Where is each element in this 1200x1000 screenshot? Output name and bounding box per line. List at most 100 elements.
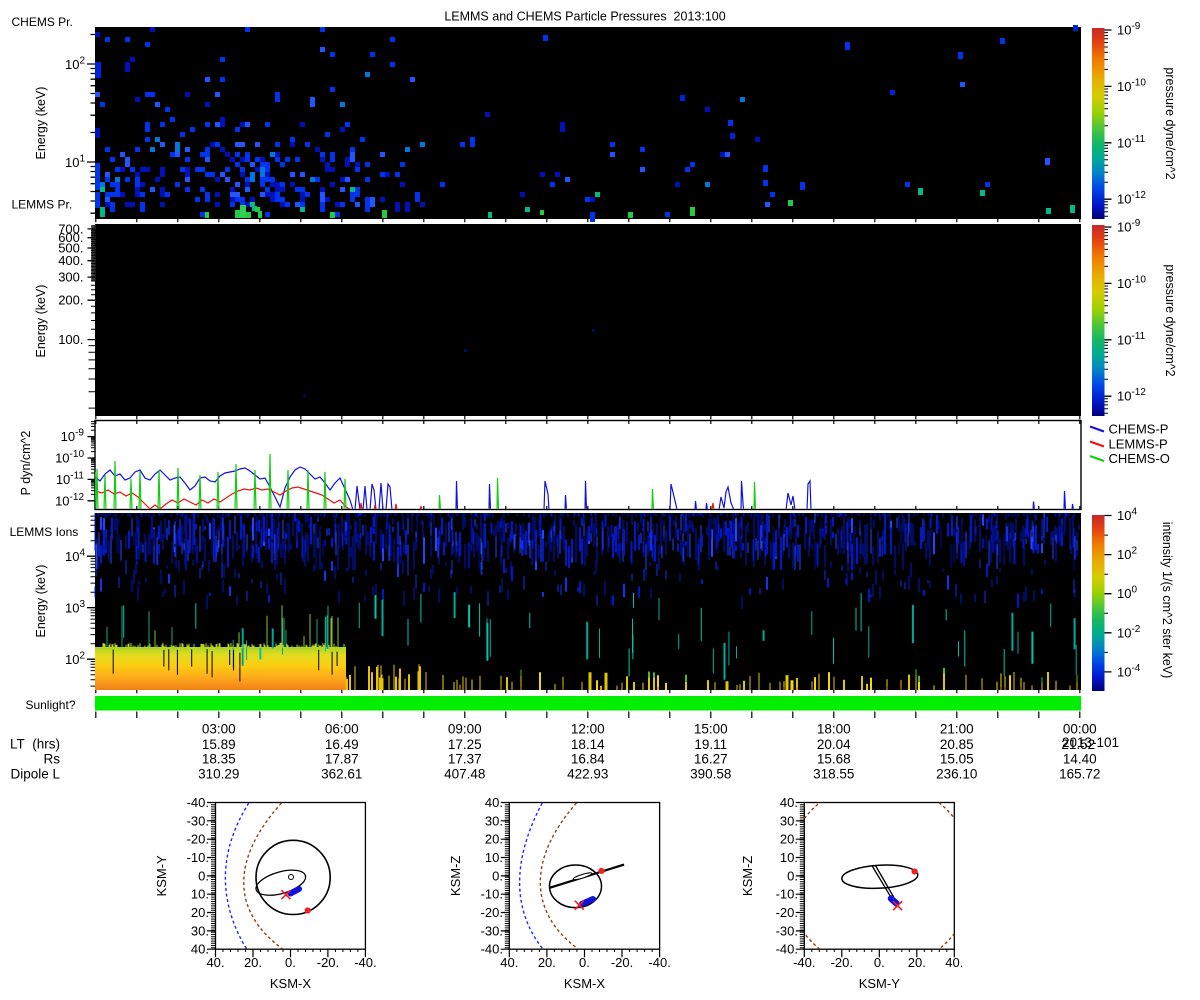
- svg-text:14.40: 14.40: [1063, 752, 1097, 767]
- svg-text:09:00: 09:00: [448, 722, 482, 737]
- svg-text:390.58: 390.58: [690, 767, 731, 782]
- svg-text:236.10: 236.10: [936, 767, 977, 782]
- svg-text:Rs: Rs: [44, 752, 61, 767]
- svg-text:20.04: 20.04: [817, 737, 851, 752]
- svg-text:-20.: -20.: [187, 832, 209, 847]
- svg-text:LT (hrs): LT (hrs): [10, 737, 60, 752]
- svg-text:-40.: -40.: [354, 955, 376, 970]
- svg-text:KSM-Y: KSM-Y: [154, 855, 169, 897]
- svg-text:03:00: 03:00: [202, 722, 236, 737]
- svg-text:KSM-Y: KSM-Y: [859, 976, 901, 991]
- svg-text:06:00: 06:00: [325, 722, 359, 737]
- svg-text:18.14: 18.14: [571, 737, 605, 752]
- svg-text:20.: 20.: [244, 955, 262, 970]
- svg-text:P dyn/cm^2: P dyn/cm^2: [19, 431, 33, 496]
- svg-text:KSM-Z: KSM-Z: [740, 856, 755, 897]
- svg-text:15.68: 15.68: [817, 752, 851, 767]
- svg-text:12:00: 12:00: [571, 722, 605, 737]
- svg-text:30.: 30.: [485, 813, 503, 828]
- svg-text:407.48: 407.48: [444, 767, 485, 782]
- svg-text:0.: 0.: [492, 868, 503, 883]
- svg-text:10.: 10.: [780, 850, 798, 865]
- svg-text:40.: 40.: [191, 942, 209, 957]
- svg-text:-20.: -20.: [481, 905, 503, 920]
- svg-text:0.: 0.: [874, 955, 885, 970]
- svg-text:-30.: -30.: [776, 923, 798, 938]
- svg-text:Energy (keV): Energy (keV): [34, 285, 48, 358]
- svg-text:-40.: -40.: [187, 795, 209, 810]
- svg-text:21:00: 21:00: [940, 722, 974, 737]
- svg-text:10.: 10.: [191, 887, 209, 902]
- svg-text:-40.: -40.: [776, 942, 798, 957]
- svg-text:KSM-X: KSM-X: [564, 976, 606, 991]
- svg-text:40.: 40.: [780, 795, 798, 810]
- svg-text:LEMMS-P: LEMMS-P: [1109, 437, 1168, 452]
- svg-text:-20.: -20.: [776, 905, 798, 920]
- svg-text:165.72: 165.72: [1059, 767, 1100, 782]
- svg-text:16.84: 16.84: [571, 752, 605, 767]
- svg-text:362.61: 362.61: [321, 767, 362, 782]
- svg-text:-20.: -20.: [611, 955, 633, 970]
- svg-text:30.: 30.: [191, 923, 209, 938]
- svg-text:318.55: 318.55: [813, 767, 854, 782]
- svg-text:KSM-Z: KSM-Z: [448, 856, 463, 897]
- svg-text:-30.: -30.: [187, 813, 209, 828]
- svg-text:Energy (keV): Energy (keV): [34, 87, 48, 160]
- svg-text:-10.: -10.: [187, 850, 209, 865]
- svg-text:300.: 300.: [58, 270, 83, 285]
- svg-text:-10.: -10.: [776, 887, 798, 902]
- svg-text:KSM-X: KSM-X: [270, 976, 312, 991]
- svg-text:20.: 20.: [908, 955, 926, 970]
- svg-text:200.: 200.: [58, 293, 83, 308]
- svg-text:16.27: 16.27: [694, 752, 728, 767]
- svg-text:-40.: -40.: [481, 942, 503, 957]
- svg-text:0.: 0.: [285, 955, 296, 970]
- svg-text:-40.: -40.: [648, 955, 670, 970]
- svg-text:16.49: 16.49: [325, 737, 359, 752]
- svg-text:40.: 40.: [945, 955, 963, 970]
- svg-text:Dipole L: Dipole L: [10, 767, 60, 782]
- svg-text:19.11: 19.11: [694, 737, 727, 752]
- svg-text:30.: 30.: [780, 813, 798, 828]
- svg-text:15:00: 15:00: [694, 722, 728, 737]
- svg-text:700.: 700.: [58, 221, 83, 236]
- svg-text:18.35: 18.35: [202, 752, 236, 767]
- svg-text:20.: 20.: [485, 832, 503, 847]
- svg-text:0.: 0.: [787, 868, 798, 883]
- svg-text:20.: 20.: [191, 905, 209, 920]
- svg-text:40.: 40.: [485, 795, 503, 810]
- svg-text:0.: 0.: [198, 868, 209, 883]
- svg-text:-30.: -30.: [481, 923, 503, 938]
- svg-text:intensity 1/(s cm^2 ster keV): intensity 1/(s cm^2 ster keV): [1160, 522, 1174, 679]
- svg-text:-40.: -40.: [793, 955, 815, 970]
- svg-text:-20.: -20.: [317, 955, 339, 970]
- svg-text:Sunlight?: Sunlight?: [25, 698, 75, 712]
- svg-text:LEMMS Ions: LEMMS Ions: [10, 525, 79, 539]
- svg-text:15.05: 15.05: [940, 752, 974, 767]
- svg-text:40.: 40.: [500, 955, 518, 970]
- svg-text:10.: 10.: [485, 850, 503, 865]
- svg-text:310.29: 310.29: [198, 767, 239, 782]
- svg-text:-10.: -10.: [481, 887, 503, 902]
- svg-text:18:00: 18:00: [817, 722, 851, 737]
- svg-text:20.: 20.: [538, 955, 556, 970]
- svg-text:40.: 40.: [206, 955, 224, 970]
- svg-text:20.: 20.: [780, 832, 798, 847]
- svg-text:-20.: -20.: [831, 955, 853, 970]
- svg-text:pressure dyne/cm^2: pressure dyne/cm^2: [1163, 67, 1177, 179]
- svg-text:Energy (keV): Energy (keV): [34, 565, 48, 638]
- svg-text:422.93: 422.93: [567, 767, 608, 782]
- svg-text:17.25: 17.25: [448, 737, 482, 752]
- svg-text:CHEMS-P: CHEMS-P: [1109, 422, 1169, 437]
- svg-text:100.: 100.: [58, 332, 83, 347]
- svg-text:17.37: 17.37: [448, 752, 482, 767]
- svg-text:LEMMS and CHEMS Particle Press: LEMMS and CHEMS Particle Pressures 2013:…: [444, 10, 725, 24]
- svg-text:0.: 0.: [579, 955, 590, 970]
- svg-text:CHEMS Pr.: CHEMS Pr.: [12, 15, 73, 29]
- svg-text:15.89: 15.89: [202, 737, 236, 752]
- svg-text:CHEMS-O: CHEMS-O: [1109, 451, 1170, 466]
- svg-text:pressure dyne/cm^2: pressure dyne/cm^2: [1163, 264, 1177, 376]
- svg-text:LEMMS Pr.: LEMMS Pr.: [12, 198, 73, 212]
- svg-text:20.85: 20.85: [940, 737, 974, 752]
- svg-text:17.87: 17.87: [325, 752, 359, 767]
